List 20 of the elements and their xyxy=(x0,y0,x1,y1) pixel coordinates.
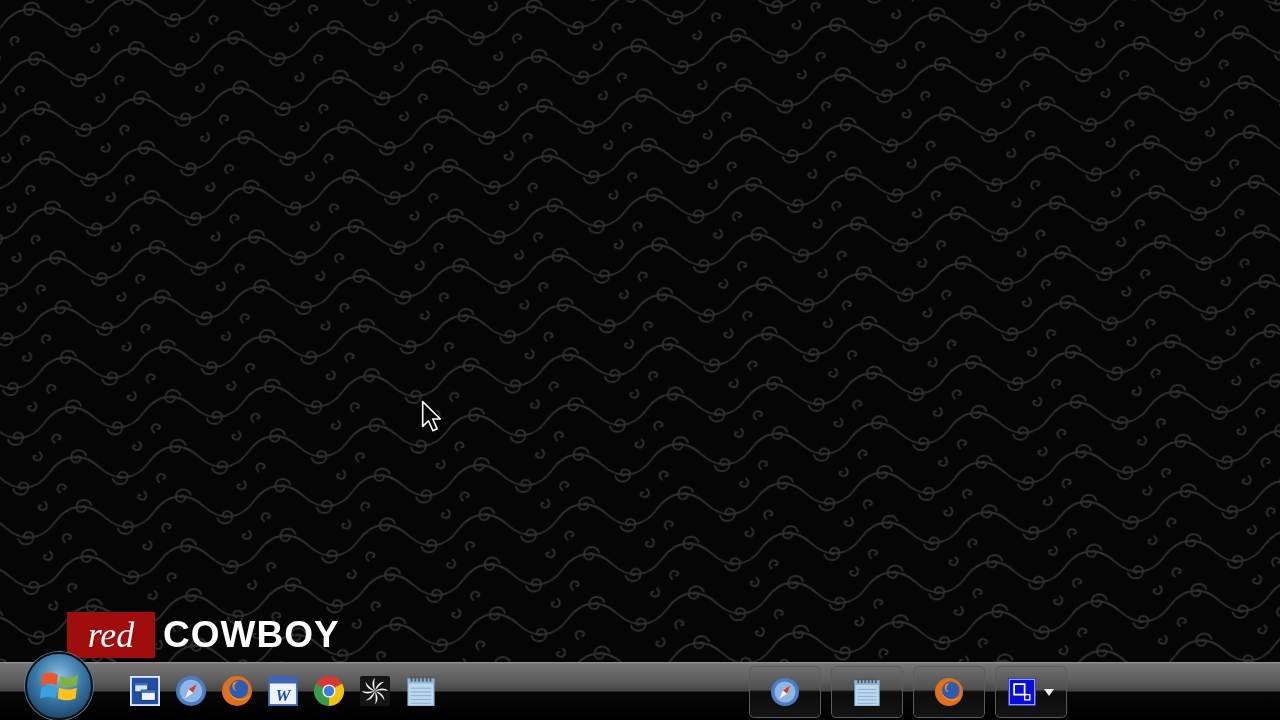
taskbar-button[interactable] xyxy=(749,666,821,718)
start-button[interactable] xyxy=(25,652,93,720)
logo-wordmark: COWBOY xyxy=(163,615,340,655)
compass-icon[interactable] xyxy=(176,676,206,706)
taskbar-button[interactable] xyxy=(995,666,1067,718)
window-icon xyxy=(1008,678,1036,706)
segmented-ball-icon[interactable] xyxy=(314,676,344,706)
taskbar-button[interactable] xyxy=(913,666,985,718)
document-icon[interactable]: W xyxy=(268,676,298,706)
notepad-icon xyxy=(853,678,881,706)
window-stack-icon[interactable] xyxy=(130,676,160,706)
flag-icon xyxy=(40,671,78,701)
mouse-pointer-icon xyxy=(421,400,442,432)
compass-icon xyxy=(771,678,799,706)
logo-script-word: red xyxy=(67,612,155,658)
taskbar-button[interactable] xyxy=(831,666,903,718)
notepad-icon[interactable] xyxy=(406,676,436,706)
pinwheel-icon[interactable] xyxy=(360,676,390,706)
globe-icon[interactable] xyxy=(222,676,252,706)
globe-icon xyxy=(935,678,963,706)
